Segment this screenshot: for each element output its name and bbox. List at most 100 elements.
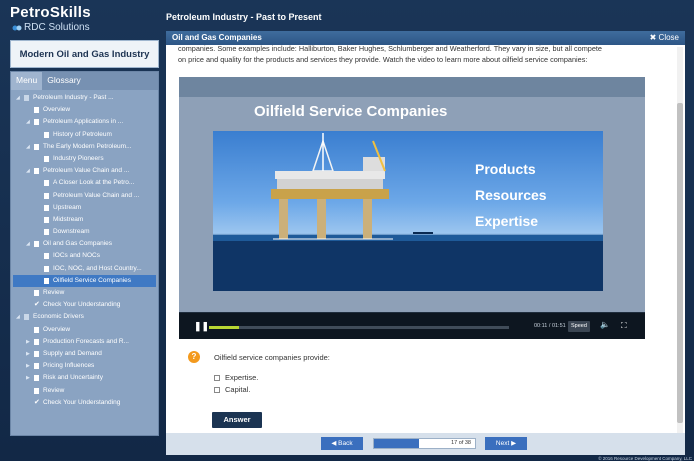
toc-item-label: Petroleum Value Chain and ... [53,191,140,199]
question-text: Oilfield service companies provide: [214,353,330,362]
toc-item[interactable]: ◢ Oil and Gas Companies [13,238,156,250]
toc-item[interactable]: ▶ Risk and Uncertainty [13,372,156,384]
content-text: companies. Some examples include: Hallib… [178,44,666,65]
panel-title: Oil and Gas Companies [172,33,262,42]
next-arrow-icon: ▶ [509,440,517,447]
tab-menu[interactable]: Menu [11,72,43,90]
answer-button[interactable]: Answer [212,412,262,428]
back-label: Back [338,440,353,447]
toc-item[interactable]: ◢ Petroleum Value Chain and ... [13,165,156,177]
expand-arrow-icon[interactable]: ▶ [26,348,30,360]
book-icon [24,314,29,321]
collapse-arrow-icon[interactable]: ◢ [26,116,30,128]
page-progress: 17 of 38 [373,438,476,449]
toc-item-label: Upstream [53,203,82,211]
page-icon [34,290,39,296]
toc-item-label: Petroleum Applications in ... [43,118,124,126]
toc-item-label: Oil and Gas Companies [43,240,113,248]
fullscreen-icon[interactable]: ⛶ [621,321,627,331]
toc-item[interactable]: Petroleum Value Chain and ... [13,190,156,202]
speed-button[interactable]: Speed [568,321,590,332]
toc-item-label: Pricing Influences [43,362,95,370]
page-icon [44,277,49,284]
collapse-arrow-icon[interactable]: ◢ [26,141,30,153]
content-line-2: on price and quality for the products an… [178,54,588,64]
slide-word-expertise: Expertise [475,213,539,229]
toc-item[interactable]: IOCs and NOCs [13,250,156,262]
question-icon: ? [188,351,200,363]
toc-item[interactable]: Overview [13,104,156,116]
volume-icon[interactable]: 🔈 [600,320,610,329]
page-icon [34,241,39,248]
toc-item[interactable]: Oilfield Service Companies [13,274,156,287]
scrollbar-thumb[interactable] [677,103,683,423]
toc-item[interactable]: A Closer Look at the Petro... [13,177,156,189]
toc-item[interactable]: ✔ Check Your Understanding [13,299,156,311]
content-panel: Oil and Gas Companies ✖ Close companies.… [166,31,685,455]
collapse-arrow-icon[interactable]: ◢ [26,238,30,250]
toc-item[interactable]: ▶ Production Forecasts and R... [13,336,156,348]
checkbox[interactable] [214,375,220,381]
toc-item[interactable]: ▶ Supply and Demand [13,348,156,360]
collapse-arrow-icon[interactable]: ◢ [16,92,20,104]
expand-arrow-icon[interactable]: ▶ [26,336,30,348]
toc-item[interactable]: ◢ The Early Modern Petroleum... [13,141,156,153]
toc-item[interactable]: Review [13,287,156,299]
toc-item-label: Check Your Understanding [43,301,121,309]
page-icon [34,326,39,333]
toc-item-label: Overview [43,106,71,114]
next-label: Next [495,440,510,447]
brand-name: PetroSkills [10,4,91,21]
toc-item-label: Petroleum Value Chain and ... [43,167,130,175]
video-time: 00:11 / 01:51 [534,323,566,329]
tab-glossary[interactable]: Glossary [42,72,86,90]
page-icon [44,204,49,211]
close-button[interactable]: ✖ Close [650,33,679,42]
toc-item-label: IOCs and NOCs [53,252,100,260]
course-title: Modern Oil and Gas Industry [10,40,159,68]
collapse-arrow-icon[interactable]: ◢ [26,165,30,177]
toc-item[interactable]: ▶ Pricing Influences [13,360,156,372]
toc-item-label: Oilfield Service Companies [53,276,132,284]
toc-item[interactable]: Downstream [13,226,156,238]
slide-word-products: Products [475,161,536,177]
video-player[interactable]: Oilfield Service Companies Products Reso… [179,77,645,339]
book-icon [24,95,29,101]
scrollbar[interactable] [677,47,683,447]
option-capital[interactable]: Capital. [214,385,250,394]
pause-icon[interactable]: ❚❚ [194,321,209,332]
page-icon [44,229,49,236]
toc-item[interactable]: Upstream [13,202,156,214]
toc-item[interactable]: ✔ Check Your Understanding [13,397,156,409]
page-icon [44,131,49,138]
next-button[interactable]: Next ▶ [485,437,527,450]
toc-item-label: Midstream [53,215,84,223]
checkbox[interactable] [214,387,220,393]
toc-item[interactable]: Review [13,385,156,397]
toc-item-label: Supply and Demand [43,349,102,357]
video-progress-bar[interactable] [209,326,509,329]
oil-rig-icon [213,133,603,291]
toc-item[interactable]: ◢ Economic Drivers [13,311,156,323]
panel-header: Oil and Gas Companies ✖ Close [166,31,685,45]
collapse-arrow-icon[interactable]: ◢ [16,311,20,323]
toc-item-label: Check Your Understanding [43,398,121,406]
expand-arrow-icon[interactable]: ▶ [26,372,30,384]
toc-item[interactable]: ◢ Petroleum Applications in ... [13,116,156,128]
toc-item[interactable]: ◢ Petroleum Industry - Past ... [13,92,156,104]
toc-item-label: Economic Drivers [33,313,84,321]
toc-item[interactable]: Midstream [13,214,156,226]
toc-item-label: Industry Pioneers [53,154,104,162]
page-icon [34,387,39,394]
brand-sub-text: RDC Solutions [24,22,90,33]
toc-item[interactable]: IOC, NOC, and Host Country... [13,263,156,275]
option-expertise[interactable]: Expertise. [214,373,258,382]
expand-arrow-icon[interactable]: ▶ [26,360,30,372]
sidebar-tabs: Menu Glossary [11,72,158,90]
page-icon [44,216,49,223]
toc-item[interactable]: Overview [13,324,156,336]
toc-item-label: The Early Modern Petroleum... [43,142,132,150]
toc-item[interactable]: Industry Pioneers [13,153,156,165]
back-button[interactable]: ◀ Back [321,437,363,450]
toc-item[interactable]: History of Petroleum [13,129,156,141]
